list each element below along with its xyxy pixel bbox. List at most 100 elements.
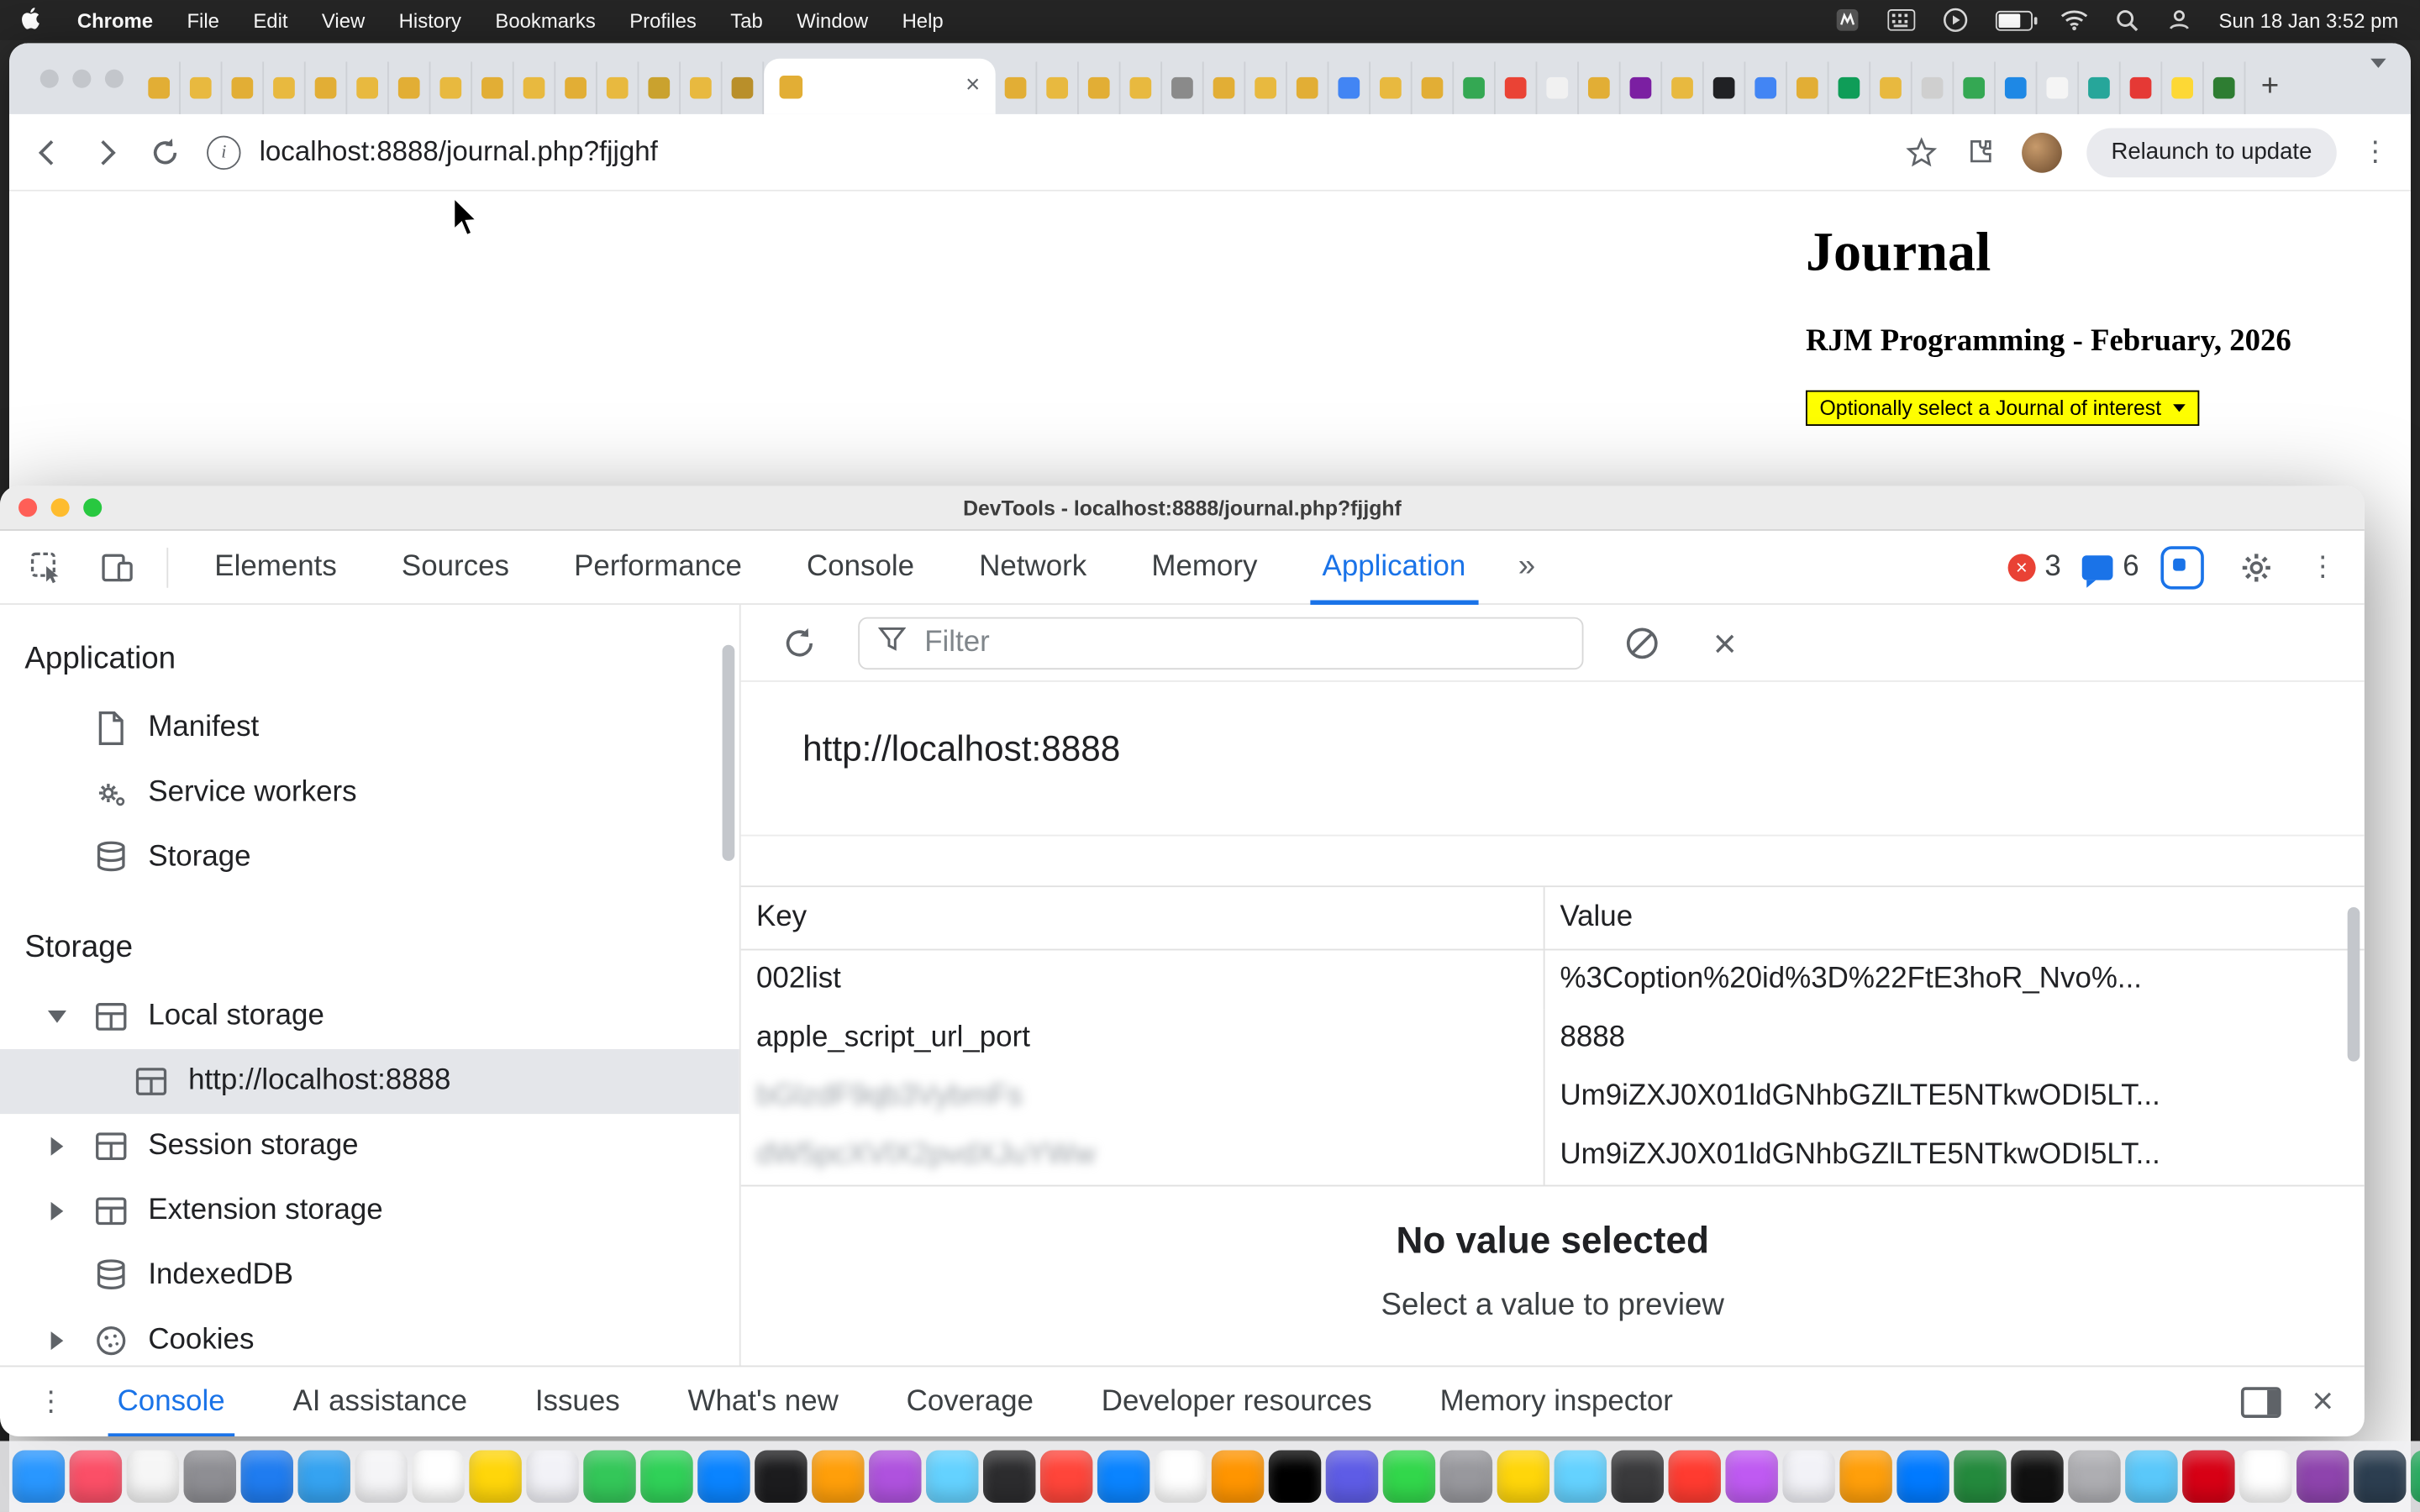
url-text[interactable]: localhost:8888/journal.php?fjjghf (260, 136, 658, 169)
clear-all-block-icon[interactable] (1612, 624, 1673, 661)
browser-tab[interactable] (639, 61, 681, 113)
drawer-tab-console[interactable]: Console (87, 1366, 256, 1436)
minimize-window-icon[interactable] (72, 70, 91, 88)
forward-icon[interactable] (90, 135, 124, 169)
dock-app-icon[interactable] (755, 1451, 807, 1503)
browser-tab[interactable] (139, 61, 181, 113)
browser-tab[interactable] (2204, 61, 2246, 113)
dock-app-icon[interactable] (127, 1451, 179, 1503)
dock-app-icon[interactable] (1555, 1451, 1607, 1503)
sidebar-scrollbar[interactable] (723, 645, 735, 861)
menu-item-bookmarks[interactable]: Bookmarks (495, 8, 595, 32)
row-value[interactable]: %3Coption%20id%3D%22FtE3hoR_Nvo%... (1544, 963, 2365, 996)
browser-tab[interactable] (1996, 61, 2038, 113)
browser-tab[interactable] (1328, 61, 1370, 113)
value-column-header[interactable]: Value (1544, 901, 2365, 935)
browser-tab[interactable] (1704, 61, 1746, 113)
browser-tab[interactable] (1287, 61, 1329, 113)
tab-network[interactable]: Network (951, 530, 1114, 604)
row-value[interactable]: Um9iZXJ0X01ldGNhbGZlLTE5NTkwODI5LT... (1544, 1139, 2365, 1173)
user-switch-icon[interactable] (2166, 8, 2191, 32)
browser-tab[interactable] (514, 61, 556, 113)
split-panel-icon[interactable] (2241, 1386, 2281, 1417)
collapse-triangle-icon[interactable] (51, 1137, 64, 1156)
dock-app-icon[interactable] (1725, 1451, 1777, 1503)
table-scrollbar[interactable] (2348, 907, 2360, 1062)
dock-app-icon[interactable] (2239, 1451, 2291, 1503)
dock-app-icon[interactable] (983, 1451, 1035, 1503)
sidebar-item-local-storage[interactable]: Local storage (0, 984, 739, 1049)
tab-performance[interactable]: Performance (546, 530, 770, 604)
relaunch-button[interactable]: Relaunch to update (2086, 128, 2337, 177)
browser-tab[interactable] (1537, 61, 1579, 113)
bookmark-star-icon[interactable] (1904, 135, 1938, 169)
journal-select-button[interactable]: Optionally select a Journal of interest (1806, 391, 2200, 426)
filter-input[interactable] (922, 624, 1564, 661)
row-key[interactable]: 002list (741, 950, 1544, 1009)
menu-item-edit[interactable]: Edit (253, 8, 287, 32)
reload-icon[interactable] (148, 135, 182, 169)
battery-icon[interactable] (1995, 8, 2032, 32)
browser-tab[interactable] (1120, 61, 1162, 113)
collapse-triangle-icon[interactable] (51, 1202, 64, 1221)
browser-tab[interactable] (1079, 61, 1121, 113)
dock-app-icon[interactable] (70, 1451, 122, 1503)
menu-item-view[interactable]: View (322, 8, 365, 32)
dock-app-icon[interactable] (697, 1451, 750, 1503)
close-drawer-icon[interactable]: × (2312, 1383, 2333, 1420)
sidebar-item-session-storage[interactable]: Session storage (0, 1114, 739, 1179)
sidebar-item-cookies[interactable]: Cookies (0, 1309, 739, 1366)
dock-app-icon[interactable] (812, 1451, 864, 1503)
dock-app-icon[interactable] (2068, 1451, 2120, 1503)
dock-app-icon[interactable] (1383, 1451, 1435, 1503)
browser-tab[interactable] (1579, 61, 1621, 113)
browser-tab[interactable] (1162, 61, 1204, 113)
message-badge[interactable]: 6 (2083, 550, 2139, 584)
drawer-tab-issues[interactable]: Issues (504, 1366, 650, 1436)
site-info-icon[interactable]: i (207, 135, 240, 169)
dock-app-icon[interactable] (13, 1451, 65, 1503)
sidebar-item-storage[interactable]: Storage (0, 826, 739, 890)
browser-tab[interactable] (1787, 61, 1829, 113)
browser-tab[interactable] (723, 61, 765, 113)
browser-tab[interactable] (347, 61, 389, 113)
table-row[interactable]: apple_script_url_port 8888 (741, 1009, 2365, 1068)
expand-triangle-icon[interactable] (48, 1011, 66, 1023)
drawer-menu-kebab-icon[interactable]: ⋮ (22, 1385, 81, 1418)
device-toolbar-icon[interactable] (87, 549, 148, 585)
table-row[interactable]: dW5pcXVlX2pvdXJuYWw Um9iZXJ0X01ldGNhbGZl… (741, 1126, 2365, 1185)
browser-tab[interactable] (222, 61, 264, 113)
play-circle-icon[interactable] (1943, 8, 1967, 32)
browser-tab[interactable] (1954, 61, 1996, 113)
browser-tab[interactable] (472, 61, 514, 113)
sidebar-item-indexeddb[interactable]: IndexedDB (0, 1243, 739, 1308)
tab-memory[interactable]: Memory (1123, 530, 1285, 604)
dock-app-icon[interactable] (241, 1451, 293, 1503)
row-key[interactable]: apple_script_url_port (741, 1009, 1544, 1068)
menu-item-window[interactable]: Window (797, 8, 868, 32)
tab-sources[interactable]: Sources (374, 530, 537, 604)
drawer-tab-ai-assistance[interactable]: AI assistance (262, 1366, 498, 1436)
refresh-icon[interactable] (769, 624, 830, 661)
zoom-window-icon[interactable] (105, 70, 124, 88)
browser-tab[interactable] (1496, 61, 1538, 113)
dock-app-icon[interactable] (1669, 1451, 1721, 1503)
new-tab-button[interactable]: + (2245, 70, 2294, 114)
dock-app-icon[interactable] (412, 1451, 464, 1503)
dock-app-icon[interactable] (869, 1451, 921, 1503)
dock-app-icon[interactable] (2125, 1451, 2177, 1503)
status-app-icon[interactable] (1834, 8, 1859, 32)
dock-app-icon[interactable] (2182, 1451, 2234, 1503)
row-key-redacted[interactable]: bGlzdF9qb3VybmFs (756, 1080, 1023, 1114)
menu-clock[interactable]: Sun 18 Jan 3:52 pm (2219, 8, 2399, 32)
tab-search-icon[interactable] (2365, 68, 2398, 114)
device-mode-active-icon[interactable] (2160, 545, 2203, 588)
extensions-icon[interactable] (1963, 135, 1996, 169)
sidebar-item-manifest[interactable]: Manifest (0, 696, 739, 760)
dock-app-icon[interactable] (184, 1451, 236, 1503)
browser-tab[interactable] (1454, 61, 1496, 113)
omnibox[interactable]: i localhost:8888/journal.php?fjjghf (207, 135, 1880, 169)
spotlight-search-icon[interactable] (2115, 8, 2139, 32)
browser-tab[interactable] (306, 61, 348, 113)
drawer-tab-coverage[interactable]: Coverage (876, 1366, 1065, 1436)
